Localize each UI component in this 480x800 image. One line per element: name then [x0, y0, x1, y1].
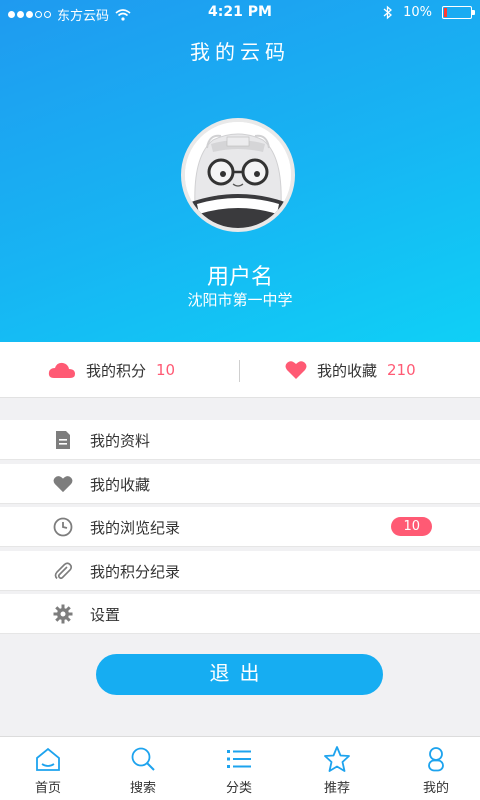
menu-label: 我的积分纪录: [90, 562, 181, 581]
points-value: 10: [156, 361, 176, 379]
heart-icon: [52, 473, 74, 495]
home-icon: [36, 747, 60, 771]
favorites-label: 我的收藏: [317, 361, 378, 380]
menu-item-favorites[interactable]: 我的收藏: [0, 463, 480, 504]
status-right: 10%: [383, 5, 475, 20]
menu-label: 我的收藏: [90, 475, 151, 494]
list-icon: [227, 750, 251, 768]
gear-icon: [52, 603, 74, 625]
heart-icon: [285, 361, 307, 379]
tab-recommend[interactable]: 推荐: [297, 745, 377, 796]
menu-item-profile[interactable]: 我的资料: [0, 420, 480, 460]
search-icon: [131, 747, 155, 771]
cat-avatar-icon: [185, 122, 291, 228]
tab-label: 我的: [422, 781, 449, 796]
menu-list: 我的资料 我的收藏 我的浏览纪录 10 我的积分纪录 设置: [0, 420, 480, 638]
stats-divider: [239, 360, 240, 382]
stats-bar: 我的积分 10 我的收藏 210: [0, 342, 480, 398]
menu-label: 我的资料: [90, 432, 151, 450]
tab-bar: 首页 搜索 分类 推荐 我的: [0, 736, 480, 800]
paperclip-icon: [52, 560, 74, 582]
user-icon: [428, 747, 444, 772]
favorites-value: 210: [387, 361, 416, 379]
tab-mine[interactable]: 我的: [396, 745, 476, 796]
battery-icon: [442, 6, 475, 19]
logout-button[interactable]: 退出: [96, 654, 383, 695]
menu-item-settings[interactable]: 设置: [0, 594, 480, 634]
bluetooth-icon: [383, 5, 393, 20]
menu-label: 设置: [90, 606, 121, 624]
points-stat[interactable]: 我的积分 10: [48, 342, 175, 398]
profile-header: 东方云码 4:21 PM 10% 我的云码 用户名 沈阳市第一中学: [0, 0, 480, 342]
menu-item-points-history[interactable]: 我的积分纪录: [0, 550, 480, 591]
tab-search[interactable]: 搜索: [103, 745, 183, 796]
tab-home[interactable]: 首页: [8, 745, 88, 796]
tab-category[interactable]: 分类: [199, 745, 279, 796]
avatar[interactable]: [181, 118, 295, 232]
status-bar: 东方云码 4:21 PM 10%: [0, 0, 480, 26]
star-icon: [324, 746, 350, 772]
battery-percent: 10%: [403, 5, 432, 20]
document-icon: [52, 429, 74, 451]
clock-icon: [52, 516, 74, 538]
menu-item-history[interactable]: 我的浏览纪录 10: [0, 507, 480, 547]
school-name: 沈阳市第一中学: [187, 291, 293, 309]
menu-label: 我的浏览纪录: [90, 519, 181, 537]
tab-label: 推荐: [323, 781, 350, 796]
tab-label: 搜索: [129, 781, 156, 796]
page-title: 我的云码: [190, 40, 290, 64]
favorites-stat[interactable]: 我的收藏 210: [285, 342, 416, 398]
tab-label: 首页: [34, 781, 61, 796]
points-label: 我的积分: [86, 361, 147, 380]
username: 用户名: [206, 265, 273, 290]
tab-label: 分类: [225, 781, 252, 796]
history-count-badge: 10: [391, 517, 432, 536]
cloud-icon: [48, 362, 75, 378]
